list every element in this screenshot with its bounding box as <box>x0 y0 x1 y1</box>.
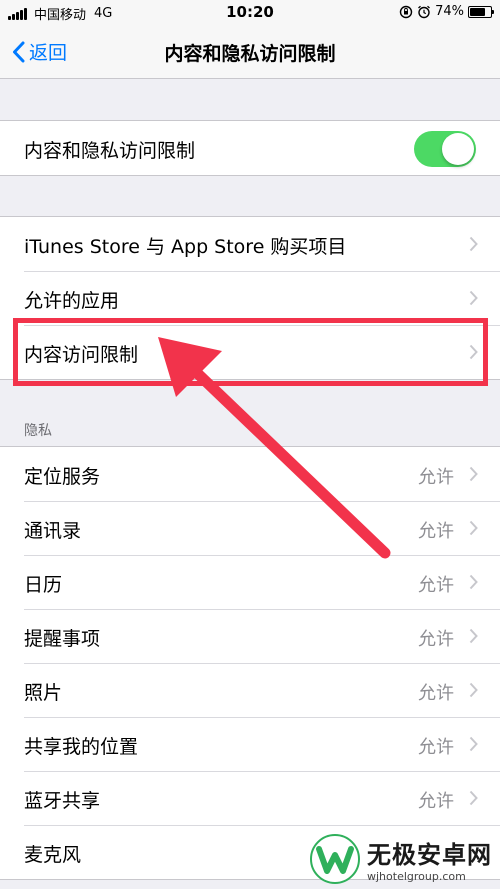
privacy-item-label: 日历 <box>24 574 63 596</box>
battery-percent: 74% <box>435 4 464 19</box>
alarm-icon <box>417 5 431 19</box>
toggle-group: 内容和隐私访问限制 <box>0 120 500 176</box>
privacy-item-reminders[interactable]: 提醒事项 允许 <box>0 609 500 663</box>
status-bar: 中国移动 4G 10:20 74% <box>0 0 500 26</box>
privacy-item-label: 定位服务 <box>24 466 101 488</box>
menu-item-content-restrictions[interactable]: 内容访问限制 <box>0 325 500 379</box>
status-left: 中国移动 4G <box>8 4 112 23</box>
back-label: 返回 <box>29 42 68 64</box>
privacy-item-label: 通讯录 <box>24 520 82 542</box>
signal-icon <box>8 7 28 20</box>
battery-icon <box>468 5 494 18</box>
page-title: 内容和隐私访问限制 <box>164 43 336 65</box>
orientation-lock-icon <box>399 5 413 19</box>
toggle-row-label: 内容和隐私访问限制 <box>24 140 196 162</box>
privacy-item-label: 照片 <box>24 682 63 704</box>
privacy-section-header: 隐私 <box>24 423 52 439</box>
chevron-right-icon <box>469 736 478 752</box>
privacy-item-bluetooth-sharing[interactable]: 蓝牙共享 允许 <box>0 771 500 825</box>
chevron-right-icon <box>469 682 478 698</box>
chevron-right-icon <box>469 628 478 644</box>
privacy-item-value: 允许 <box>418 737 454 758</box>
privacy-item-value: 允许 <box>418 629 454 650</box>
privacy-item-calendar[interactable]: 日历 允许 <box>0 555 500 609</box>
carrier-label: 中国移动 <box>34 8 87 23</box>
settings-screen: 中国移动 4G 10:20 74% 返回 内容和隐私访问限制 内容和隐私访问限制 <box>0 0 500 889</box>
privacy-item-value: 允许 <box>418 683 454 704</box>
privacy-item-photos[interactable]: 照片 允许 <box>0 663 500 717</box>
chevron-right-icon <box>469 520 478 536</box>
privacy-group: 定位服务 允许 通讯录 允许 日历 允许 提醒事项 允许 照片 允许 共享我的位… <box>0 446 500 880</box>
privacy-item-share-location[interactable]: 共享我的位置 允许 <box>0 717 500 771</box>
watermark-logo-icon <box>310 834 360 884</box>
toggle-row: 内容和隐私访问限制 <box>0 121 500 175</box>
menu-item-label: 允许的应用 <box>24 290 120 312</box>
privacy-item-label: 麦克风 <box>24 844 82 866</box>
back-button[interactable]: 返回 <box>12 38 67 65</box>
watermark-title: 无极安卓网 <box>367 841 492 869</box>
privacy-item-label: 蓝牙共享 <box>24 790 101 812</box>
watermark: 无极安卓网 wjhotelgroup.com <box>309 833 492 885</box>
content-privacy-toggle[interactable] <box>414 131 476 167</box>
battery-fill <box>470 7 485 16</box>
restrictions-menu-group: iTunes Store 与 App Store 购买项目 允许的应用 内容访问… <box>0 216 500 380</box>
privacy-item-label: 共享我的位置 <box>24 736 139 758</box>
navigation-bar: 返回 内容和隐私访问限制 <box>0 26 500 79</box>
privacy-item-label: 提醒事项 <box>24 628 101 650</box>
chevron-right-icon <box>469 574 478 590</box>
privacy-item-value: 允许 <box>418 467 454 488</box>
chevron-left-icon <box>13 41 25 62</box>
watermark-url: wjhotelgroup.com <box>367 870 466 883</box>
status-right: 74% <box>399 4 494 19</box>
privacy-item-value: 允许 <box>418 791 454 812</box>
chevron-right-icon <box>469 466 478 482</box>
chevron-right-icon <box>469 790 478 806</box>
privacy-item-value: 允许 <box>418 521 454 542</box>
chevron-right-icon <box>469 290 478 306</box>
watermark-text: 无极安卓网 wjhotelgroup.com <box>367 835 492 883</box>
menu-item-allowed-apps[interactable]: 允许的应用 <box>0 271 500 325</box>
menu-item-itunes-app-store[interactable]: iTunes Store 与 App Store 购买项目 <box>0 217 500 271</box>
chevron-right-icon <box>469 236 478 252</box>
menu-item-label: iTunes Store 与 App Store 购买项目 <box>24 236 347 258</box>
chevron-right-icon <box>469 344 478 360</box>
privacy-item-location[interactable]: 定位服务 允许 <box>0 447 500 501</box>
privacy-item-contacts[interactable]: 通讯录 允许 <box>0 501 500 555</box>
privacy-item-value: 允许 <box>418 575 454 596</box>
menu-item-label: 内容访问限制 <box>24 344 139 366</box>
toggle-knob <box>442 133 474 165</box>
network-label: 4G <box>94 6 113 21</box>
